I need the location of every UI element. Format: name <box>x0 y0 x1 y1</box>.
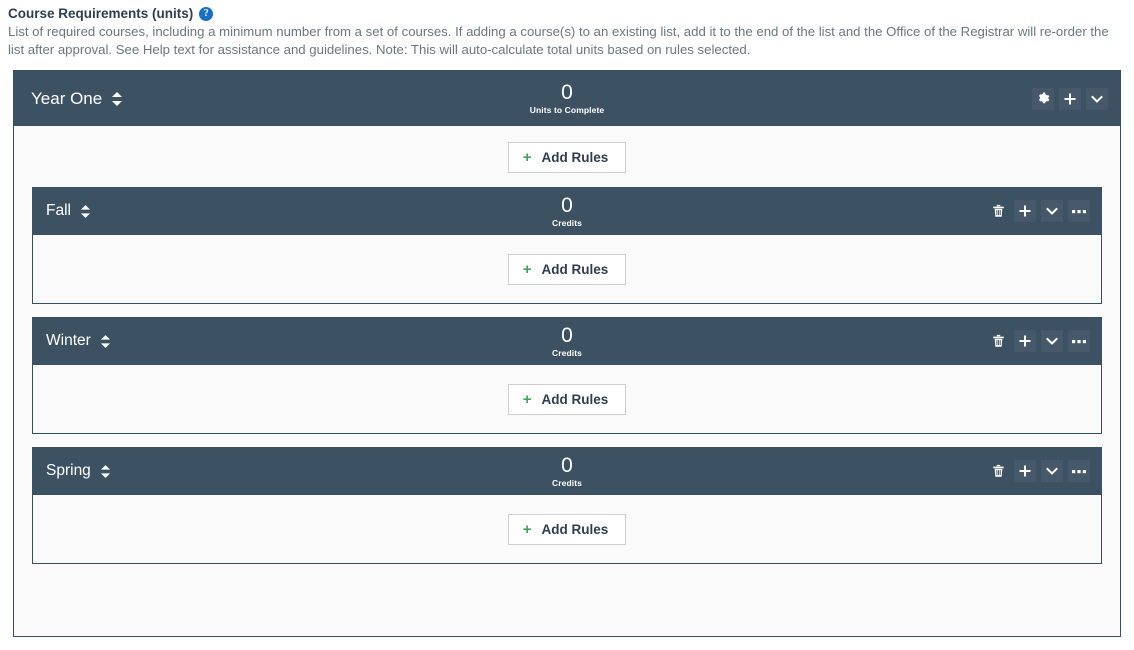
plus-icon[interactable] <box>1059 87 1081 110</box>
term-header: Spring 0 Credits <box>32 447 1102 495</box>
term-stat-value: 0 <box>561 323 573 347</box>
chevron-down-icon[interactable] <box>1086 87 1108 110</box>
year-stat-value: 0 <box>561 81 573 104</box>
term-stat-label: Credits <box>552 217 582 228</box>
term-header: Fall 0 Credits <box>32 187 1102 235</box>
term-body: + Add Rules <box>32 365 1102 434</box>
term-header: Winter 0 Credits <box>32 317 1102 365</box>
add-rules-button[interactable]: + Add Rules <box>507 384 627 415</box>
term-title-group: Spring <box>46 462 111 480</box>
term-body: + Add Rules <box>32 495 1102 564</box>
section-header: Course Requirements (units) ? List of re… <box>0 0 1134 59</box>
add-rules-label: Add Rules <box>541 262 609 277</box>
help-circle-icon[interactable]: ? <box>199 6 214 21</box>
plus-icon: + <box>522 149 532 166</box>
add-rules-button[interactable]: + Add Rules <box>507 142 627 173</box>
plus-icon: + <box>522 261 532 278</box>
term-title-group: Winter <box>46 332 111 350</box>
term-header-actions <box>987 460 1090 482</box>
add-rules-button[interactable]: + Add Rules <box>507 254 627 285</box>
plus-icon: + <box>522 391 532 408</box>
page-title: Course Requirements (units) <box>8 6 194 21</box>
chevron-down-icon[interactable] <box>1041 330 1063 352</box>
sort-updown-icon[interactable] <box>80 204 91 219</box>
term-stat: 0 Credits <box>32 187 1102 235</box>
plus-icon[interactable] <box>1014 200 1036 222</box>
year-title-label: Year One <box>31 88 103 108</box>
year-header: Year One 0 Units to Complete <box>14 71 1120 126</box>
ellipsis-icon[interactable] <box>1068 330 1090 352</box>
trash-icon[interactable] <box>987 200 1009 222</box>
term-add-rules-row: + Add Rules <box>33 514 1101 545</box>
year-add-rules-row: + Add Rules <box>32 142 1102 173</box>
chevron-down-icon[interactable] <box>1041 460 1063 482</box>
year-panel: Year One 0 Units to Complete + Add Rules… <box>13 70 1121 637</box>
term-title-group: Fall <box>46 202 91 220</box>
year-stat: 0 Units to Complete <box>14 71 1120 126</box>
trash-icon[interactable] <box>987 460 1009 482</box>
section-title-row: Course Requirements (units) ? <box>8 6 1126 21</box>
term-header-actions <box>987 330 1090 352</box>
term-add-rules-row: + Add Rules <box>33 384 1101 415</box>
term-title-label: Winter <box>46 332 91 349</box>
add-rules-button[interactable]: + Add Rules <box>507 514 627 545</box>
add-rules-label: Add Rules <box>541 522 609 537</box>
ellipsis-icon[interactable] <box>1068 460 1090 482</box>
year-stat-label: Units to Complete <box>529 105 605 115</box>
trash-icon[interactable] <box>987 330 1009 352</box>
year-body: + Add Rules Fall 0 Credits + Add Rules W… <box>14 126 1120 582</box>
term-stat-value: 0 <box>561 453 573 477</box>
gear-icon[interactable] <box>1032 87 1054 110</box>
plus-icon: + <box>522 521 532 538</box>
term-body: + Add Rules <box>32 235 1102 304</box>
chevron-down-icon[interactable] <box>1041 200 1063 222</box>
add-rules-label: Add Rules <box>541 392 609 407</box>
term-panel: Fall 0 Credits + Add Rules <box>32 187 1102 304</box>
sort-updown-icon[interactable] <box>111 91 123 107</box>
ellipsis-icon[interactable] <box>1068 200 1090 222</box>
term-title-label: Spring <box>46 462 91 479</box>
term-panel: Winter 0 Credits + Add Rules <box>32 317 1102 434</box>
term-stat: 0 Credits <box>32 447 1102 495</box>
course-requirements-page: Course Requirements (units) ? List of re… <box>0 0 1134 650</box>
term-add-rules-row: + Add Rules <box>33 254 1101 285</box>
add-rules-label: Add Rules <box>541 150 609 165</box>
section-description: List of required courses, including a mi… <box>8 24 1109 57</box>
sort-updown-icon[interactable] <box>100 334 111 349</box>
plus-icon[interactable] <box>1014 330 1036 352</box>
term-title-label: Fall <box>46 202 71 219</box>
term-stat-label: Credits <box>552 477 582 488</box>
plus-icon[interactable] <box>1014 460 1036 482</box>
year-title-group: Year One <box>31 89 123 109</box>
term-stat: 0 Credits <box>32 317 1102 365</box>
term-panel: Spring 0 Credits + Add Rules <box>32 447 1102 564</box>
sort-updown-icon[interactable] <box>100 464 111 479</box>
term-header-actions <box>987 200 1090 222</box>
terms-list: Fall 0 Credits + Add Rules Winter 0 Cred… <box>32 187 1102 564</box>
year-header-actions <box>1032 87 1108 110</box>
term-stat-value: 0 <box>561 193 573 217</box>
term-stat-label: Credits <box>552 347 582 358</box>
